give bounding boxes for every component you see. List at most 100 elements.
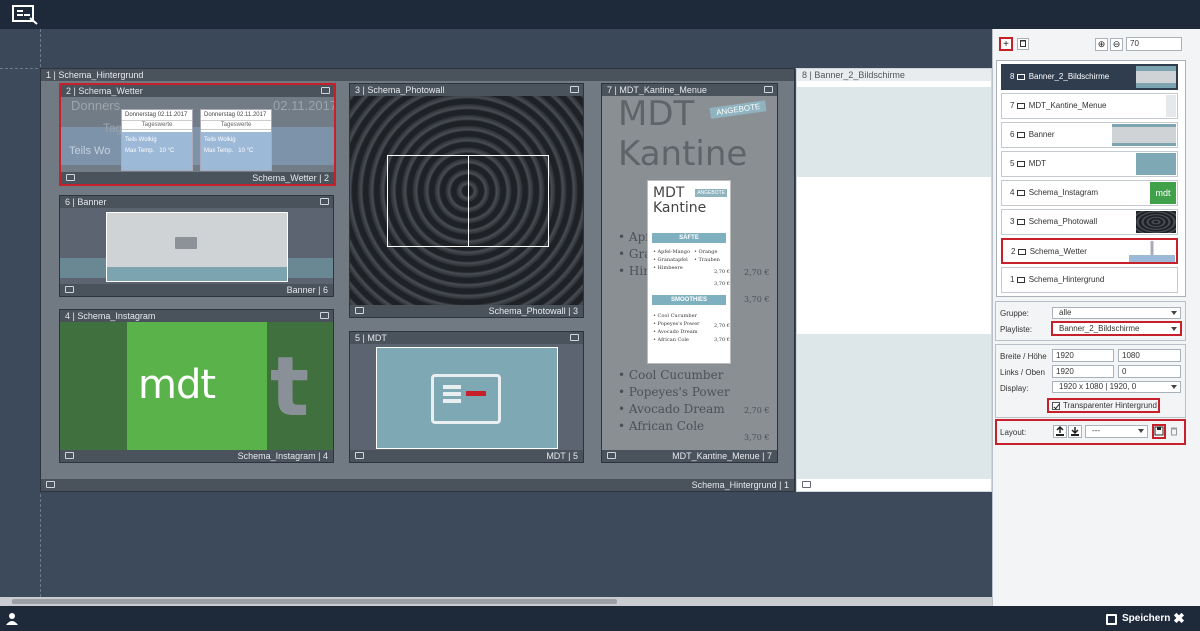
photowall-frame: [387, 155, 549, 247]
group-select[interactable]: alle: [1052, 307, 1181, 319]
checkbox-checked-icon: [1052, 402, 1060, 410]
zone-icon: [802, 481, 811, 488]
transparent-background-checkbox[interactable]: Transparenter Hintergrund: [1047, 398, 1160, 413]
zone-mdt-kantine-menue[interactable]: 7 | MDT_Kantine_Menue MDT Kantine ANGEBOT…: [601, 83, 778, 463]
zone-banner-2-bildschirme[interactable]: 8 | Banner_2_Bildschirme: [796, 68, 992, 492]
delete-zone-button[interactable]: [1017, 38, 1029, 50]
zone-settings-icon[interactable]: [320, 198, 329, 205]
instagram-logo-text: mdt: [138, 362, 216, 408]
layer-item-banner[interactable]: 6 Banner: [1001, 122, 1178, 148]
display-label: Display:: [1000, 384, 1029, 393]
left-input[interactable]: 1920: [1052, 365, 1114, 378]
display-select[interactable]: 1920 x 1080 | 1920, 0: [1052, 381, 1181, 393]
zone-mdt[interactable]: 5 | MDT MDT | 5: [349, 331, 584, 463]
zone-footer: Schema_Wetter | 2: [61, 172, 334, 184]
canvas-horizontal-scrollbar[interactable]: [0, 597, 992, 606]
layout-select[interactable]: ---: [1085, 425, 1148, 438]
top-input[interactable]: 0: [1118, 365, 1181, 378]
save-button[interactable]: Speichern: [1106, 611, 1170, 627]
zone-settings-icon[interactable]: [570, 86, 579, 93]
layer-thumbnail: [1112, 124, 1176, 146]
layer-icon: [1016, 132, 1025, 138]
layer-icon: [1016, 74, 1025, 80]
playlist-select[interactable]: Banner_2_Bildschirme: [1051, 321, 1182, 336]
layer-thumbnail: [1136, 153, 1176, 175]
download-layout-button[interactable]: [1068, 425, 1082, 438]
layer-item-mdt[interactable]: 5 MDT: [1001, 151, 1178, 177]
banner-preview-band: [797, 87, 991, 177]
zone-title: 8 | Banner_2_Bildschirme: [797, 69, 991, 81]
chevron-down-icon: [1171, 311, 1177, 315]
zoom-in-button[interactable]: ⊕: [1095, 38, 1108, 51]
layer-item-schema-photowall[interactable]: 3 Schema_Photowall: [1001, 209, 1178, 235]
weather-bg-day: Donners: [71, 98, 121, 113]
zone-title: 1 | Schema_Hintergrund: [41, 69, 794, 81]
layer-thumbnail: [1129, 241, 1175, 262]
layer-item-schema-hintergrund[interactable]: 1 Schema_Hintergrund: [1001, 267, 1178, 293]
scrollbar-thumb[interactable]: [12, 599, 617, 604]
weather-bg-cond: Teils Wo: [69, 145, 111, 157]
zone-footer: Banner | 6: [60, 284, 333, 296]
zone-settings-icon[interactable]: [764, 86, 773, 93]
zone-title: 6 | Banner: [60, 196, 333, 208]
zone-icon: [65, 286, 74, 293]
delete-layout-button[interactable]: [1168, 425, 1182, 438]
layer-icon: [1016, 161, 1025, 167]
app-logo-icon[interactable]: [12, 5, 38, 25]
layer-list: 8 Banner_2_Bildschirme 7 MDT_Kantine_Men…: [996, 60, 1186, 297]
layer-thumbnail: [1166, 95, 1176, 117]
zone-schema-instagram[interactable]: 4 | Schema_Instagram mdt t Schema_Instag…: [59, 309, 334, 463]
download-icon: [1071, 427, 1079, 436]
floppy-icon: [1106, 614, 1117, 625]
chevron-down-icon: [1138, 429, 1144, 433]
layer-icon: [1016, 219, 1025, 225]
layer-item-schema-wetter[interactable]: 2 Schema_Wetter: [1001, 238, 1178, 264]
zone-icon: [355, 452, 364, 459]
layer-icon: [1017, 249, 1026, 255]
layer-thumbnail: [1136, 211, 1176, 233]
weather-bg-tag: Tag: [103, 121, 123, 135]
zone-icon: [607, 452, 616, 459]
upload-layout-button[interactable]: [1053, 425, 1067, 438]
zoom-out-button[interactable]: ⊖: [1110, 38, 1123, 51]
zone-icon: [355, 307, 364, 314]
kantine-prices: 2,70 € 3,70 €: [744, 406, 770, 442]
kantine-prices: 2,70 € 3,70 €: [744, 268, 770, 304]
zoom-input[interactable]: 70: [1126, 37, 1182, 51]
chevron-down-icon: [1171, 327, 1177, 331]
top-bar: [0, 0, 1200, 29]
banner-glyph-icon: [175, 237, 197, 249]
save-layout-button[interactable]: [1152, 424, 1166, 439]
banner-preview: [106, 212, 288, 282]
zone-schema-photowall[interactable]: 3 | Schema_Photowall Schema_Photowall | …: [349, 83, 584, 318]
zone-banner[interactable]: 6 | Banner Banner | 6: [59, 195, 334, 297]
bottom-bar: Speichern ✖: [0, 606, 1200, 631]
zone-settings-icon[interactable]: [320, 312, 329, 319]
layer-item-schema-instagram[interactable]: 4 Schema_Instagram mdt: [1001, 180, 1178, 206]
zone-settings-icon[interactable]: [321, 87, 330, 94]
zone-schema-wetter[interactable]: 2 | Schema_Wetter Donners 02.11.2017 Tag…: [59, 83, 336, 186]
group-label: Gruppe:: [1000, 309, 1029, 318]
zone-footer: MDT | 5: [350, 450, 583, 462]
upload-icon: [1056, 425, 1064, 436]
kantine-menu-card: MDT Kantine ANGEBOTE SÄFTE • Apfel-Mango …: [647, 180, 731, 364]
floppy-icon: [1154, 426, 1164, 436]
close-button[interactable]: ✖: [1171, 610, 1187, 626]
zone-icon: [66, 174, 75, 181]
mdt-preview: [376, 347, 558, 449]
layer-item-mdt-kantine-menue[interactable]: 7 MDT_Kantine_Menue: [1001, 93, 1178, 119]
layer-item-banner-2-bildschirme[interactable]: 8 Banner_2_Bildschirme: [1001, 64, 1178, 90]
add-zone-button[interactable]: +: [999, 37, 1013, 51]
canvas-top-margin: [0, 29, 992, 69]
zone-icon: [46, 481, 55, 488]
user-icon[interactable]: [6, 612, 18, 625]
playlist-label: Playliste:: [1000, 325, 1033, 334]
zone-title: 2 | Schema_Wetter: [61, 85, 334, 97]
zone-footer: Schema_Instagram | 4: [60, 450, 333, 462]
width-input[interactable]: 1920: [1052, 349, 1114, 362]
zone-settings-icon[interactable]: [570, 334, 579, 341]
instagram-logo-t: t: [270, 340, 310, 435]
trash-icon: [1171, 427, 1177, 436]
zone-icon: [65, 452, 74, 459]
height-input[interactable]: 1080: [1118, 349, 1181, 362]
